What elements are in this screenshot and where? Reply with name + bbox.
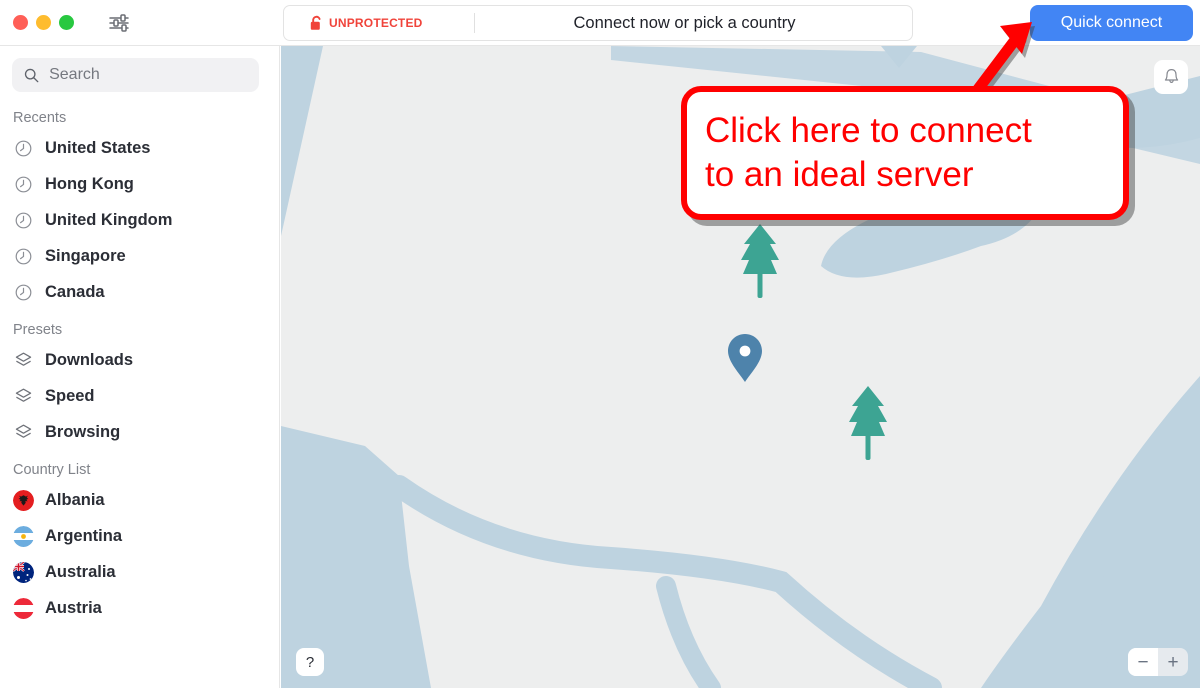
sidebar-item-label: Australia [45, 562, 116, 581]
sliders-icon [109, 13, 129, 32]
sidebar-item-label: Browsing [45, 422, 121, 441]
clock-icon [13, 138, 34, 159]
annotation-line-1: Click here to connect [705, 111, 1032, 150]
help-button[interactable]: ? [296, 648, 324, 676]
sidebar-item-browsing[interactable]: Browsing [0, 414, 279, 450]
settings-sliders-icon[interactable] [106, 10, 132, 36]
argentina-flag-icon [13, 525, 34, 547]
bell-icon [1164, 69, 1178, 84]
sidebar: Recents United States Hong Kong [0, 46, 280, 688]
clock-icon [13, 246, 34, 267]
sidebar-item-austria[interactable]: Austria [0, 590, 279, 626]
sidebar-item-label: Austria [45, 598, 102, 617]
protection-status: UNPROTECTED [284, 15, 474, 31]
sidebar-item-speed[interactable]: Speed [0, 378, 279, 414]
connection-status-bar: UNPROTECTED Connect now or pick a countr… [283, 5, 913, 41]
clock-icon [13, 210, 34, 231]
sidebar-item-label: Albania [45, 490, 105, 509]
section-title-recents: Recents [13, 110, 67, 126]
sidebar-item-australia[interactable]: Australia [0, 554, 279, 590]
notifications-button[interactable] [1154, 60, 1188, 94]
sidebar-item-label: United Kingdom [45, 210, 173, 229]
search-input[interactable] [49, 66, 247, 84]
layers-icon [13, 386, 34, 407]
zoom-out-button[interactable]: − [1128, 648, 1158, 676]
map-zoom-controls: − + [1128, 648, 1188, 676]
clock-icon [13, 282, 34, 303]
sidebar-item-united-kingdom[interactable]: United Kingdom [0, 202, 279, 238]
sidebar-item-label: Hong Kong [45, 174, 134, 193]
unlocked-padlock-icon [310, 15, 321, 30]
search-icon [24, 68, 39, 82]
annotation-callout: Click here to connect to an ideal server [681, 86, 1129, 220]
search-field[interactable] [12, 58, 259, 92]
close-button[interactable] [13, 15, 28, 30]
sidebar-item-label: United States [45, 138, 151, 157]
sidebar-item-label: Speed [45, 386, 95, 405]
status-headline: Connect now or pick a country [573, 13, 796, 32]
clock-icon [13, 174, 34, 195]
sidebar-item-hong-kong[interactable]: Hong Kong [0, 166, 279, 202]
albania-flag-icon [13, 489, 34, 511]
layers-icon [13, 422, 34, 443]
sidebar-item-label: Canada [45, 282, 105, 301]
sidebar-item-downloads[interactable]: Downloads [0, 342, 279, 378]
minimize-button[interactable] [36, 15, 51, 30]
maximize-button[interactable] [59, 15, 74, 30]
australia-flag-icon [13, 561, 34, 583]
sidebar-item-label: Singapore [45, 246, 126, 265]
vpn-app-window: UNPROTECTED Connect now or pick a countr… [0, 0, 1200, 688]
sidebar-item-united-states[interactable]: United States [0, 130, 279, 166]
annotation-line-2: to an ideal server [705, 155, 974, 194]
traffic-lights [0, 15, 74, 30]
search-container [0, 46, 279, 98]
austria-flag-icon [13, 597, 34, 619]
zoom-in-button[interactable]: + [1158, 648, 1188, 676]
sidebar-item-argentina[interactable]: Argentina [0, 518, 279, 554]
layers-icon [13, 350, 34, 371]
sidebar-item-albania[interactable]: Albania [0, 482, 279, 518]
sidebar-item-label: Argentina [45, 526, 123, 545]
section-title-country-list: Country List [13, 462, 91, 478]
sidebar-item-label: Downloads [45, 350, 134, 369]
sidebar-item-canada[interactable]: Canada [0, 274, 279, 310]
sidebar-item-singapore[interactable]: Singapore [0, 238, 279, 274]
protection-status-label: UNPROTECTED [329, 16, 423, 30]
section-title-presets: Presets [13, 322, 63, 338]
